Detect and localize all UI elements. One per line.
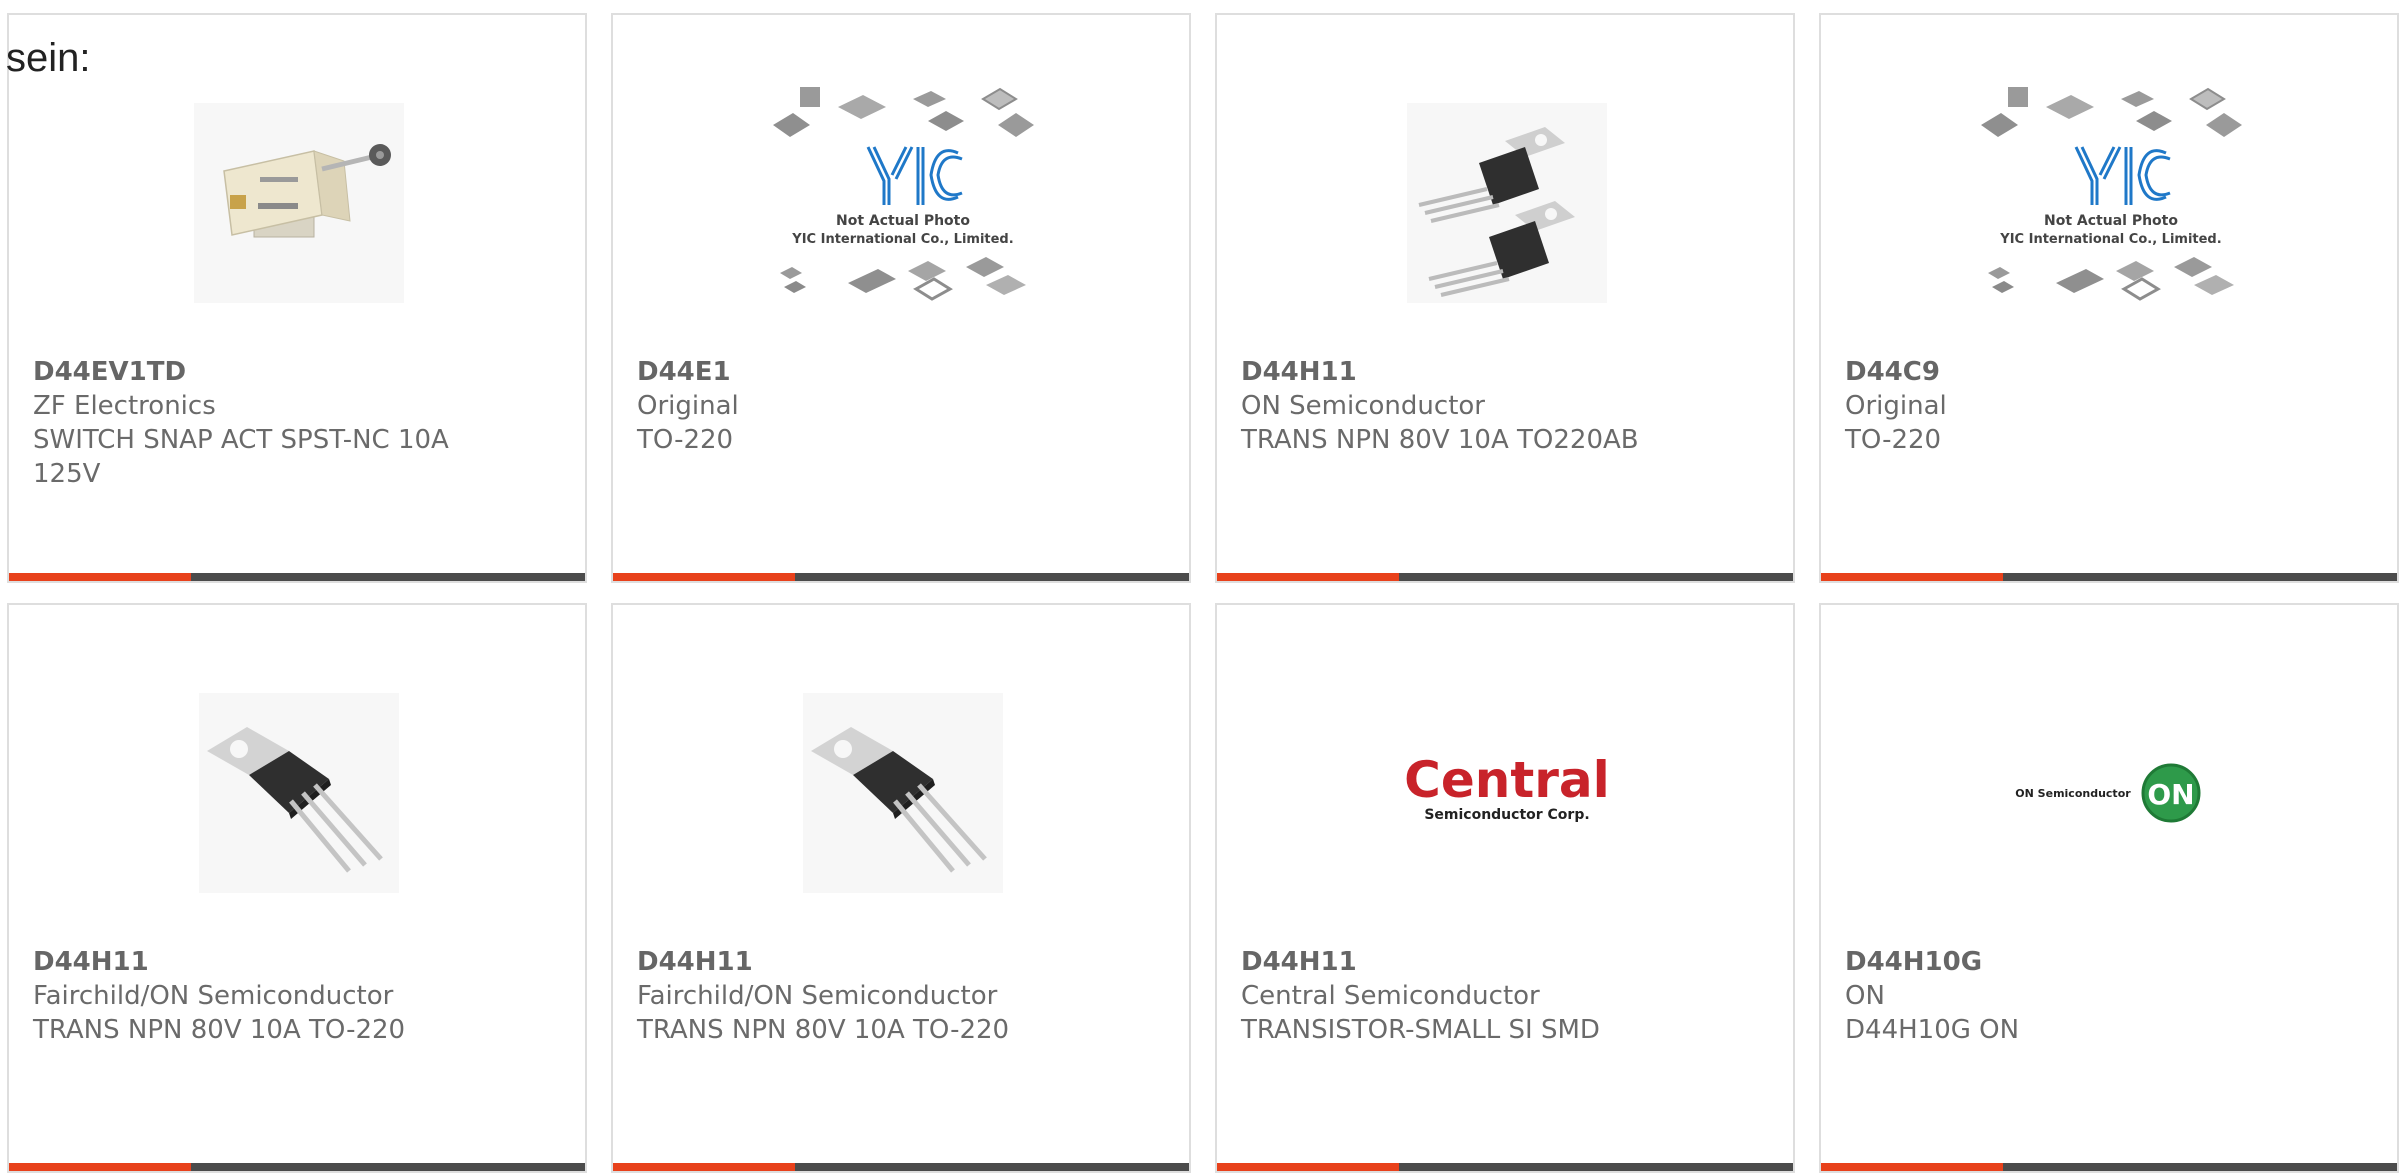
manufacturer: Fairchild/ON Semiconductor bbox=[33, 981, 394, 1011]
card-footer-accent bbox=[1217, 1163, 1399, 1171]
product-image[interactable] bbox=[164, 83, 434, 323]
manufacturer: Fairchild/ON Semiconductor bbox=[637, 981, 998, 1011]
description: TO-220 bbox=[1845, 425, 1942, 455]
image-caption-line2: YIC International Co., Limited. bbox=[791, 232, 1013, 247]
central-semiconductor-logo: Central Semiconductor Corp. bbox=[1404, 751, 1610, 823]
card-footer-accent bbox=[613, 1163, 795, 1171]
card-footer-bar bbox=[1217, 1163, 1793, 1171]
product-card[interactable]: ON Semiconductor ON D44H10G ON D44H10G O… bbox=[1819, 603, 2399, 1173]
card-footer-accent bbox=[1821, 1163, 2003, 1171]
card-footer-bar bbox=[1821, 1163, 2397, 1171]
logo-text: Central bbox=[1404, 751, 1610, 809]
product-card[interactable]: D44H11 Fairchild/ON Semiconductor TRANS … bbox=[611, 603, 1191, 1173]
manufacturer: Original bbox=[1845, 391, 1947, 421]
card-footer-bar bbox=[613, 1163, 1189, 1171]
description: TRANS NPN 80V 10A TO-220 bbox=[33, 1015, 406, 1045]
description: TO-220 bbox=[637, 425, 734, 455]
card-footer-bar bbox=[9, 573, 585, 581]
image-caption-line2: YIC International Co., Limited. bbox=[1999, 232, 2221, 247]
product-image[interactable] bbox=[164, 673, 434, 913]
manufacturer: ON Semiconductor bbox=[1241, 391, 1485, 421]
card-footer-bar bbox=[1217, 573, 1793, 581]
logo-badge: ON bbox=[2147, 778, 2194, 811]
card-footer-accent bbox=[613, 573, 795, 581]
product-card[interactable]: D44EV1TD ZF Electronics SWITCH SNAP ACT … bbox=[7, 13, 587, 583]
card-footer-accent bbox=[1821, 573, 2003, 581]
description: D44H10G ON bbox=[1845, 1015, 2020, 1045]
part-number[interactable]: D44H11 bbox=[637, 945, 1077, 979]
card-footer-bar bbox=[9, 1163, 585, 1171]
part-number[interactable]: D44C9 bbox=[1845, 355, 2285, 389]
part-number[interactable]: D44H11 bbox=[33, 945, 473, 979]
card-footer-accent bbox=[9, 1163, 191, 1171]
product-card[interactable]: D44H11 ON Semiconductor TRANS NPN 80V 10… bbox=[1215, 13, 1795, 583]
to220-image bbox=[199, 693, 399, 893]
microswitch-image bbox=[194, 103, 404, 303]
manufacturer: ZF Electronics bbox=[33, 391, 216, 421]
product-image[interactable]: Not Actual Photo YIC International Co., … bbox=[1976, 83, 2246, 323]
card-footer-bar bbox=[613, 573, 1189, 581]
product-image[interactable]: Central Semiconductor Corp. bbox=[1372, 673, 1642, 913]
to220-image bbox=[803, 693, 1003, 893]
manufacturer: ON bbox=[1845, 981, 1885, 1011]
to220-pair-image bbox=[1407, 103, 1607, 303]
product-card[interactable]: Not Actual Photo YIC International Co., … bbox=[1819, 13, 2399, 583]
product-image[interactable] bbox=[768, 673, 1038, 913]
on-semiconductor-logo: ON Semiconductor ON bbox=[2015, 763, 2201, 823]
description: TRANS NPN 80V 10A TO220AB bbox=[1241, 425, 1639, 455]
description: TRANS NPN 80V 10A TO-220 bbox=[637, 1015, 1010, 1045]
page-heading: sein: bbox=[6, 36, 91, 80]
yic-placeholder-image: Not Actual Photo YIC International Co., … bbox=[773, 87, 1034, 301]
product-image[interactable] bbox=[1372, 83, 1642, 323]
card-footer-accent bbox=[9, 573, 191, 581]
product-grid: D44EV1TD ZF Electronics SWITCH SNAP ACT … bbox=[7, 13, 2399, 1173]
product-image[interactable]: ON Semiconductor ON bbox=[1976, 673, 2246, 913]
product-card[interactable]: D44H11 Fairchild/ON Semiconductor TRANS … bbox=[7, 603, 587, 1173]
description: SWITCH SNAP ACT SPST-NC 10A 125V bbox=[33, 425, 449, 489]
yic-placeholder-image: Not Actual Photo YIC International Co., … bbox=[1981, 87, 2242, 301]
part-number[interactable]: D44E1 bbox=[637, 355, 1077, 389]
image-caption-line1: Not Actual Photo bbox=[836, 213, 970, 229]
logo-text: ON Semiconductor bbox=[2015, 787, 2131, 800]
product-image[interactable]: Not Actual Photo YIC International Co., … bbox=[768, 83, 1038, 323]
description: TRANSISTOR-SMALL SI SMD bbox=[1241, 1015, 1600, 1045]
card-footer-accent bbox=[1217, 573, 1399, 581]
part-number[interactable]: D44H11 bbox=[1241, 945, 1681, 979]
part-number[interactable]: D44H10G bbox=[1845, 945, 2285, 979]
part-number[interactable]: D44H11 bbox=[1241, 355, 1681, 389]
product-card[interactable]: Central Semiconductor Corp. D44H11 Centr… bbox=[1215, 603, 1795, 1173]
part-number[interactable]: D44EV1TD bbox=[33, 355, 473, 389]
card-footer-bar bbox=[1821, 573, 2397, 581]
image-caption-line1: Not Actual Photo bbox=[2044, 213, 2178, 229]
manufacturer: Central Semiconductor bbox=[1241, 981, 1540, 1011]
manufacturer: Original bbox=[637, 391, 739, 421]
logo-subtext: Semiconductor Corp. bbox=[1424, 807, 1589, 823]
product-card[interactable]: Not Actual Photo YIC International Co., … bbox=[611, 13, 1191, 583]
